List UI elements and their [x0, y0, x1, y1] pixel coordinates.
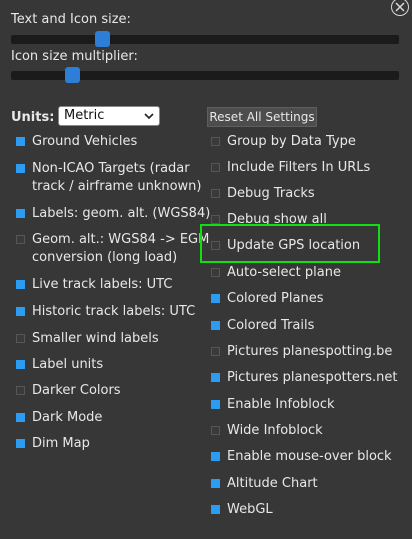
- option-label: Colored Planes: [227, 291, 324, 306]
- checkbox-icon[interactable]: [211, 163, 220, 172]
- checkbox-icon[interactable]: [16, 386, 25, 395]
- highlight-box: [200, 224, 380, 263]
- icon-size-multiplier-label: Icon size multiplier:: [11, 49, 138, 64]
- chevron-down-icon: [144, 113, 154, 120]
- option-label: Ground Vehicles: [32, 134, 138, 149]
- checkbox-icon[interactable]: [211, 479, 220, 488]
- option-label: Darker Colors: [32, 383, 121, 398]
- option-label: Pictures planespotters.net: [227, 370, 398, 385]
- option-label: Dark Mode: [32, 410, 103, 425]
- close-icon[interactable]: [391, 0, 409, 16]
- units-select[interactable]: Metric: [58, 106, 160, 126]
- checkbox-icon[interactable]: [211, 215, 220, 224]
- checkbox-icon[interactable]: [211, 321, 220, 330]
- option-label: Label units: [32, 357, 104, 372]
- option-label: Smaller wind labels: [32, 331, 159, 346]
- checkbox-icon[interactable]: [16, 164, 25, 173]
- checkbox-icon[interactable]: [211, 505, 220, 514]
- checkbox-icon[interactable]: [16, 137, 25, 146]
- checkbox-icon[interactable]: [211, 294, 220, 303]
- checkbox-icon[interactable]: [16, 360, 25, 369]
- icon-size-multiplier-slider[interactable]: [11, 67, 399, 83]
- option-label: Auto-select plane: [227, 265, 341, 280]
- checkbox-icon[interactable]: [16, 439, 25, 448]
- option-label: Pictures planespotting.be: [227, 344, 393, 359]
- option-label: Dim Map: [32, 436, 90, 451]
- option-label: Enable Infoblock: [227, 397, 335, 412]
- text-icon-size-thumb[interactable]: [95, 31, 110, 47]
- option-label: Altitude Chart: [227, 476, 318, 491]
- checkbox-icon[interactable]: [16, 307, 25, 316]
- option-label: Group by Data Type: [227, 134, 356, 149]
- checkbox-icon[interactable]: [211, 452, 220, 461]
- checkbox-icon[interactable]: [211, 268, 220, 277]
- checkbox-icon[interactable]: [16, 209, 25, 218]
- checkbox-icon[interactable]: [16, 235, 25, 244]
- checkbox-icon[interactable]: [211, 347, 220, 356]
- checkbox-icon[interactable]: [211, 137, 220, 146]
- option-label: WebGL: [227, 502, 273, 517]
- option-label: Geom. alt.: WGS84 -> EGM conversion (long…: [32, 232, 210, 265]
- option-label: Non-ICAO Targets (radar track / airframe …: [32, 161, 202, 194]
- option-label: Live track labels: UTC: [32, 277, 173, 292]
- option-label: Historic track labels: UTC: [32, 304, 196, 319]
- checkbox-icon[interactable]: [16, 413, 25, 422]
- option-label: Wide Infoblock: [227, 423, 323, 438]
- checkbox-icon[interactable]: [16, 280, 25, 289]
- icon-size-multiplier-thumb[interactable]: [65, 67, 80, 83]
- option-label: Colored Trails: [227, 318, 315, 333]
- checkbox-icon[interactable]: [211, 400, 220, 409]
- text-icon-size-label: Text and Icon size:: [11, 12, 131, 27]
- checkbox-icon[interactable]: [211, 373, 220, 382]
- option-label: Enable mouse-over block: [227, 449, 392, 464]
- text-icon-size-slider[interactable]: [11, 31, 399, 47]
- option-label: Debug Tracks: [227, 186, 315, 201]
- checkbox-icon[interactable]: [211, 426, 220, 435]
- option-label: Include Filters In URLs: [227, 160, 371, 175]
- checkbox-icon[interactable]: [211, 189, 220, 198]
- checkbox-icon[interactable]: [16, 334, 25, 343]
- units-label: Units:: [11, 110, 55, 125]
- option-label: Labels: geom. alt. (WGS84): [32, 206, 211, 221]
- units-selected-value: Metric: [64, 108, 105, 123]
- reset-all-settings-button[interactable]: Reset All Settings: [207, 107, 317, 127]
